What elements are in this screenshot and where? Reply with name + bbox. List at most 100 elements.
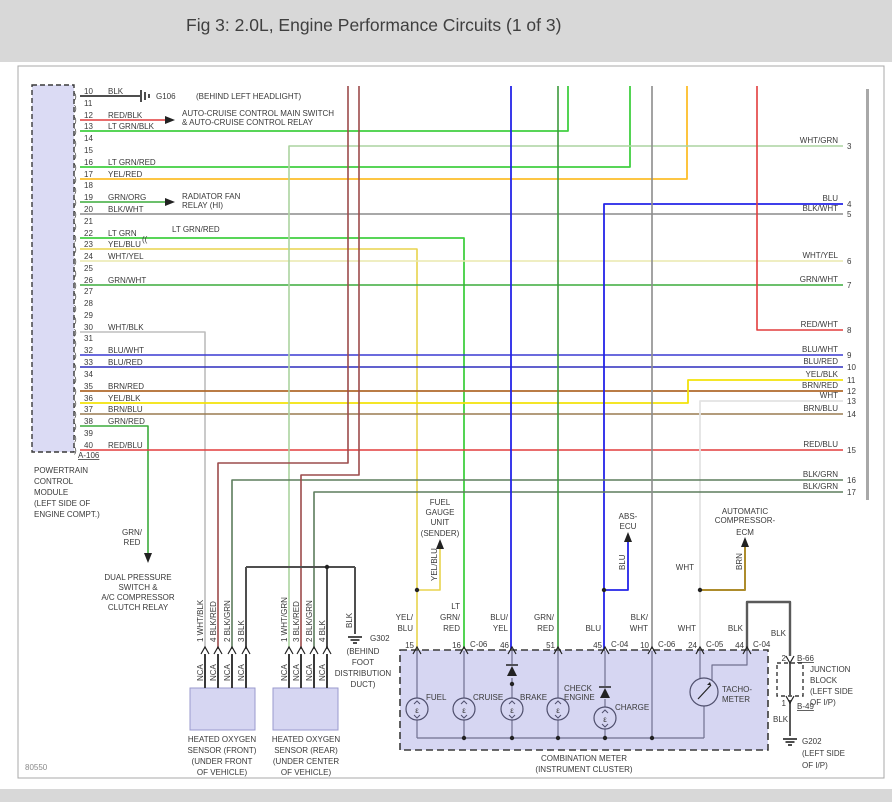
pcm-pin-number: 38 <box>84 417 93 426</box>
pcm-pin-wire-label: GRN/RED <box>108 417 145 426</box>
pcm-pin-number: 24 <box>84 252 93 261</box>
right-pin-number: 14 <box>847 410 856 419</box>
diagram-label: FOOT <box>352 658 374 667</box>
pcm-pin-terminal-icon: ) <box>74 245 77 254</box>
right-pin-wire-label: BLK/GRN <box>803 470 838 479</box>
pcm-connector-block <box>31 84 75 453</box>
pcm-pin-wire-label: BLU/RED <box>108 358 143 367</box>
diagram-label: C-06 <box>470 640 488 649</box>
bulb-check-engine-filament-icon: ε <box>556 706 560 715</box>
diagram-label: 10 <box>640 641 649 650</box>
pcm-pin-wire-label: RED/BLK <box>108 111 143 120</box>
pcm-pin-number: 19 <box>84 193 93 202</box>
bulb-cruise-filament-icon: ε <box>462 706 466 715</box>
diagram-label: OF VEHICLE) <box>281 768 332 777</box>
connector-arrow-icon <box>785 695 795 705</box>
pcm-pin-wire-label: GRN/WHT <box>108 276 146 285</box>
diagram-label: AUTOMATIC <box>722 507 769 516</box>
diagram-label: 1 WHT/BLK <box>196 599 205 642</box>
diagram-label: 1 <box>782 699 787 708</box>
arrow-icon <box>144 553 152 563</box>
diagram-label: CHARGE <box>615 703 649 712</box>
pcm-pin-number: 30 <box>84 323 93 332</box>
diagram-label: C-05 <box>706 640 724 649</box>
diagram-label: YEL/ <box>396 613 414 622</box>
arrow-icon <box>436 539 444 549</box>
right-pin-number: 9 <box>847 351 852 360</box>
arrow-icon <box>741 537 749 547</box>
diagram-label: COMBINATION METER <box>541 754 627 763</box>
right-pin-number: 3 <box>847 142 852 151</box>
diagram-label: BLU <box>618 554 627 570</box>
diagram-label: HEATED OXYGEN <box>188 735 257 744</box>
pcm-pin-number: 39 <box>84 429 93 438</box>
diagram-label: LT GRN/RED <box>172 225 220 234</box>
diagram-label: 51 <box>546 641 555 650</box>
bulb-charge-filament-icon: ε <box>603 715 607 724</box>
junction-dot <box>414 587 420 593</box>
diagram-reference-code: 80550 <box>25 763 48 772</box>
diagram-label: SENSOR (REAR) <box>274 746 338 755</box>
diagram-label: NCA <box>280 663 289 681</box>
pcm-pin-terminal-icon: ) <box>74 339 77 348</box>
pcm-pin-number: 23 <box>84 240 93 249</box>
junction-dot <box>509 681 515 687</box>
diagram-label: BLU/ <box>490 613 509 622</box>
right-pin-wire-label: BLK/WHT <box>802 204 838 213</box>
diagram-label: HEATED OXYGEN <box>272 735 341 744</box>
diagram-label: RED <box>124 538 141 547</box>
connector-arrow-icon <box>785 655 795 665</box>
diagram-label: CHECK <box>564 684 593 693</box>
diagram-label: (SENDER) <box>421 529 460 538</box>
diagram-label: 2 BLK/GRN <box>305 600 314 642</box>
right-pin-wire-label: BLU/WHT <box>802 345 838 354</box>
diagram-label: METER <box>722 695 750 704</box>
diagram-label: G302 <box>370 634 390 643</box>
connector-arrow-icon <box>309 645 319 655</box>
diagram-label: JUNCTION <box>810 665 851 674</box>
diagram-label: GRN/ <box>122 528 143 537</box>
diagram-label: OF VEHICLE) <box>197 768 248 777</box>
pcm-pin-wire-label: WHT/BLK <box>108 323 144 332</box>
pcm-pin-number: 31 <box>84 334 93 343</box>
diagram-label: RADIATOR FAN <box>182 192 241 201</box>
pcm-pin-terminal-icon: ) <box>74 281 77 290</box>
right-pin-number: 6 <box>847 257 852 266</box>
pcm-pin-wire-label: YEL/BLU <box>108 240 141 249</box>
pcm-pin-terminal-icon: ) <box>74 116 77 125</box>
right-pin-wire-label: BRN/RED <box>802 381 838 390</box>
junction-dot <box>649 735 655 741</box>
pcm-pin-terminal-icon: ) <box>74 410 77 419</box>
right-pin-number: 16 <box>847 476 856 485</box>
right-pin-wire-label: WHT <box>820 391 838 400</box>
pcm-pin-wire-label: RED/BLU <box>108 441 143 450</box>
diagram-label: CONTROL <box>34 477 74 486</box>
pcm-pin-terminal-icon: ) <box>74 198 77 207</box>
bulb-fuel-filament-icon: ε <box>415 706 419 715</box>
right-pin-wire-label: BLK/GRN <box>803 482 838 491</box>
pcm-pin-number: 12 <box>84 111 93 120</box>
diagram-label: NCA <box>318 663 327 681</box>
right-pin-wire-label: GRN/WHT <box>800 275 838 284</box>
junction-dot <box>555 735 561 741</box>
diagram-label: BLOCK <box>810 676 838 685</box>
diagram-label: 15 <box>405 641 414 650</box>
diagram-label: G106 <box>156 92 176 101</box>
diagram-label: BLK/ <box>631 613 649 622</box>
diagram-label: WHT <box>678 624 696 633</box>
diagram-label: OF I/P) <box>810 698 836 707</box>
connector-arrow-icon <box>213 645 223 655</box>
pcm-pin-number: 16 <box>84 158 93 167</box>
right-pin-number: 10 <box>847 363 856 372</box>
diagram-label: RED <box>443 624 460 633</box>
diagram-label: 4 BLK <box>318 620 327 642</box>
pcm-pin-number: 35 <box>84 382 93 391</box>
diagram-label: NCA <box>292 663 301 681</box>
pcm-pin-terminal-icon: ) <box>74 446 77 455</box>
o2-rear-box <box>272 687 339 731</box>
diagram-label: TACHO- <box>722 685 752 694</box>
diagram-label: ABS- <box>619 512 638 521</box>
diagram-label: C-06 <box>658 640 676 649</box>
pcm-pin-terminal-icon: ) <box>74 234 77 243</box>
pcm-pin-terminal-icon: ) <box>74 139 77 148</box>
